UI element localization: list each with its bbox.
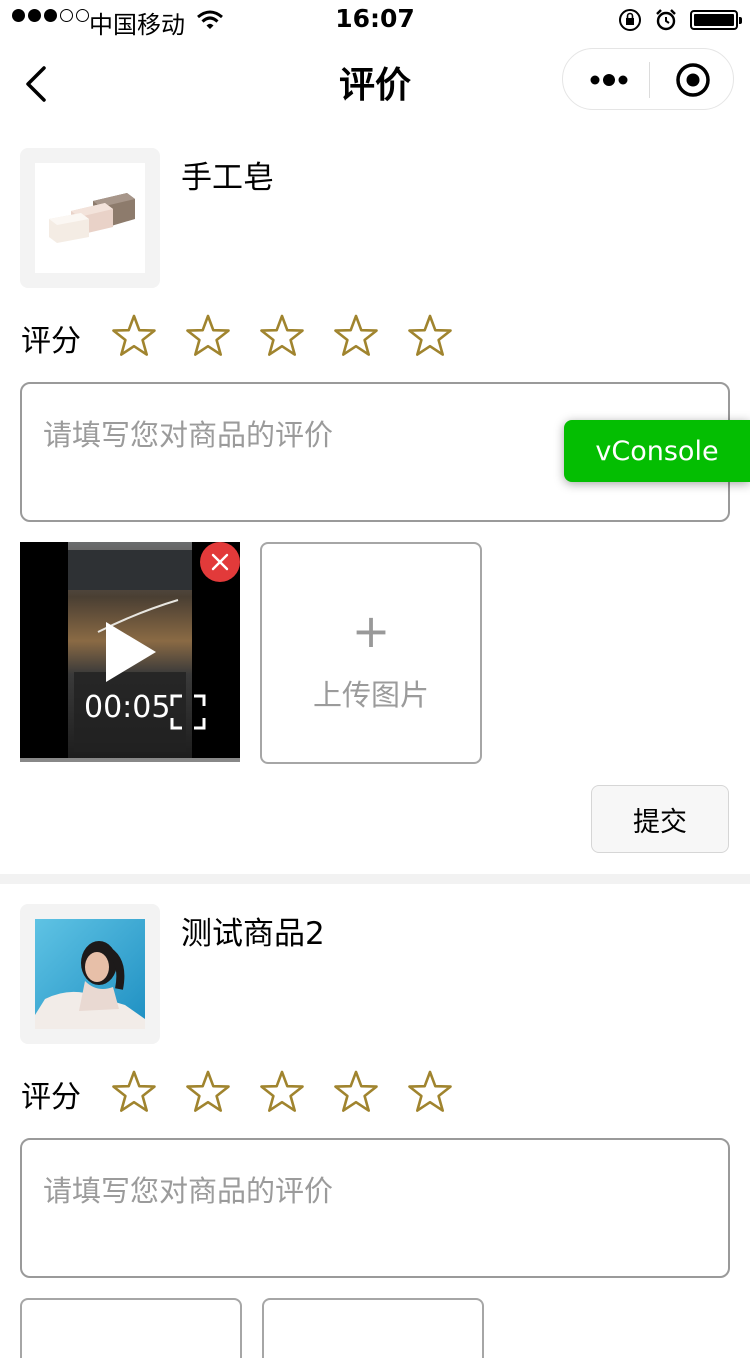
orientation-lock-icon	[619, 9, 641, 31]
product-photo	[35, 919, 145, 1029]
soap-image	[35, 163, 145, 273]
score-label: 评分	[21, 1080, 81, 1115]
star-icon[interactable]	[404, 313, 478, 363]
fullscreen-icon[interactable]	[170, 694, 206, 730]
play-icon[interactable]	[106, 622, 156, 682]
submit-button[interactable]: 提交	[591, 785, 729, 853]
star-icon[interactable]	[404, 1069, 478, 1119]
star-icon[interactable]	[108, 313, 182, 363]
comment-placeholder: 请填写您对商品的评价	[43, 1174, 334, 1208]
capsule-divider	[649, 62, 650, 98]
video-progress-bar	[20, 758, 240, 762]
target-close-icon[interactable]	[675, 62, 711, 98]
product-thumbnail	[20, 148, 160, 288]
star-icon[interactable]	[256, 1069, 330, 1119]
more-dots-icon[interactable]	[589, 68, 629, 92]
rating-stars	[108, 313, 478, 363]
close-icon	[211, 553, 229, 571]
upload-slot[interactable]	[20, 1298, 242, 1358]
navigation-bar: 评价	[0, 40, 750, 128]
star-icon[interactable]	[330, 1069, 404, 1119]
mini-program-capsule	[562, 48, 734, 110]
product-thumbnail	[20, 904, 160, 1044]
video-duration: 00:05	[84, 690, 171, 725]
comment-textarea[interactable]: 请填写您对商品的评价	[20, 1138, 730, 1278]
section-divider	[0, 874, 750, 884]
rating-stars	[108, 1069, 478, 1119]
star-icon[interactable]	[108, 1069, 182, 1119]
star-icon[interactable]	[182, 313, 256, 363]
alarm-clock-icon	[656, 9, 676, 31]
star-icon[interactable]	[182, 1069, 256, 1119]
comment-placeholder: 请填写您对商品的评价	[43, 418, 334, 452]
upload-slot[interactable]	[262, 1298, 484, 1358]
battery-icon	[690, 10, 742, 30]
upload-image-button[interactable]: + 上传图片	[260, 542, 482, 764]
plus-icon: +	[351, 604, 391, 658]
product-name: 测试商品2	[181, 916, 325, 952]
status-bar: 中国移动 16:07	[0, 0, 750, 40]
product-name: 手工皂	[181, 160, 274, 196]
score-label: 评分	[21, 324, 81, 359]
star-icon[interactable]	[330, 313, 404, 363]
vconsole-button[interactable]: vConsole	[564, 420, 750, 482]
upload-label: 上传图片	[312, 678, 429, 712]
star-icon[interactable]	[256, 313, 330, 363]
delete-video-button[interactable]	[200, 542, 240, 582]
